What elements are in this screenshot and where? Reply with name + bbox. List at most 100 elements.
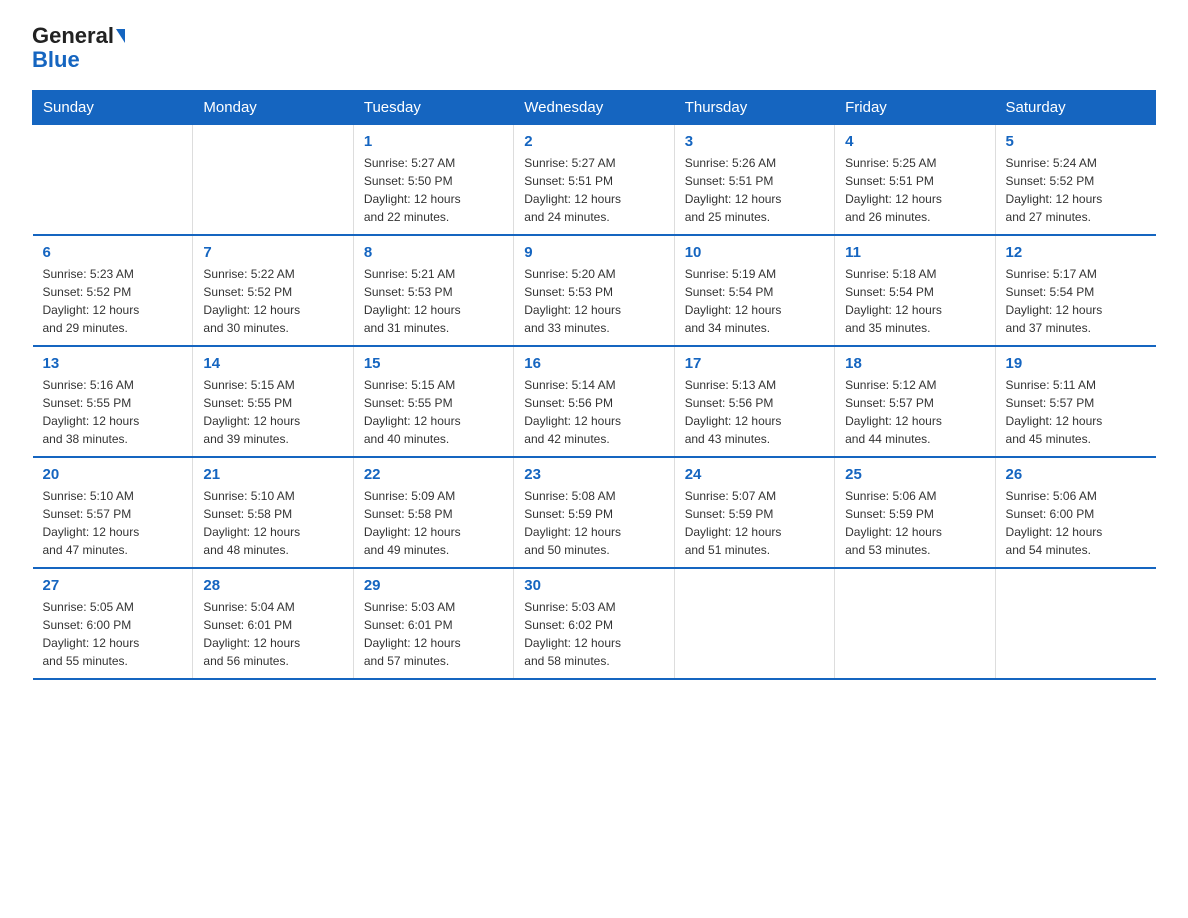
page-header: General Blue bbox=[32, 24, 1156, 72]
calendar-cell bbox=[995, 568, 1155, 679]
day-info: Sunrise: 5:26 AM Sunset: 5:51 PM Dayligh… bbox=[685, 154, 824, 226]
calendar-cell: 13Sunrise: 5:16 AM Sunset: 5:55 PM Dayli… bbox=[33, 346, 193, 457]
calendar-cell bbox=[835, 568, 995, 679]
day-number: 6 bbox=[43, 244, 183, 261]
calendar-header: SundayMondayTuesdayWednesdayThursdayFrid… bbox=[33, 91, 1156, 125]
day-info: Sunrise: 5:23 AM Sunset: 5:52 PM Dayligh… bbox=[43, 265, 183, 337]
day-info: Sunrise: 5:03 AM Sunset: 6:01 PM Dayligh… bbox=[364, 598, 503, 670]
logo: General Blue bbox=[32, 24, 125, 72]
calendar-cell: 18 Sunrise: 5:12 AM Sunset: 5:57 PM Dayli… bbox=[835, 346, 995, 457]
weekday-header-saturday: Saturday bbox=[995, 91, 1155, 125]
calendar-cell: 23Sunrise: 5:08 AM Sunset: 5:59 PM Dayli… bbox=[514, 457, 674, 568]
calendar-body: 1 Sunrise: 5:27 AM Sunset: 5:50 PM Daylig… bbox=[33, 125, 1156, 680]
calendar-cell bbox=[33, 125, 193, 236]
calendar-cell: 28 Sunrise: 5:04 AM Sunset: 6:01 PM Dayli… bbox=[193, 568, 353, 679]
calendar-table: SundayMondayTuesdayWednesdayThursdayFrid… bbox=[32, 90, 1156, 680]
day-number: 10 bbox=[685, 244, 824, 261]
day-number: 14 bbox=[203, 355, 342, 372]
day-info: Sunrise: 5:12 AM Sunset: 5:57 PM Dayligh… bbox=[845, 376, 984, 448]
day-info: Sunrise: 5:21 AM Sunset: 5:53 PM Dayligh… bbox=[364, 265, 503, 337]
day-number: 18 bbox=[845, 355, 984, 372]
day-info: Sunrise: 5:09 AM Sunset: 5:58 PM Dayligh… bbox=[364, 487, 503, 559]
week-row-5: 27 Sunrise: 5:05 AM Sunset: 6:00 PM Dayli… bbox=[33, 568, 1156, 679]
day-number: 23 bbox=[524, 466, 663, 483]
calendar-cell: 1 Sunrise: 5:27 AM Sunset: 5:50 PM Daylig… bbox=[353, 125, 513, 236]
weekday-header-wednesday: Wednesday bbox=[514, 91, 674, 125]
week-row-1: 1 Sunrise: 5:27 AM Sunset: 5:50 PM Daylig… bbox=[33, 125, 1156, 236]
day-number: 19 bbox=[1006, 355, 1146, 372]
calendar-cell: 4 Sunrise: 5:25 AM Sunset: 5:51 PM Daylig… bbox=[835, 125, 995, 236]
weekday-header-friday: Friday bbox=[835, 91, 995, 125]
logo-triangle-icon bbox=[116, 29, 125, 43]
day-number: 13 bbox=[43, 355, 183, 372]
day-info: Sunrise: 5:19 AM Sunset: 5:54 PM Dayligh… bbox=[685, 265, 824, 337]
calendar-cell: 25 Sunrise: 5:06 AM Sunset: 5:59 PM Dayli… bbox=[835, 457, 995, 568]
calendar-cell: 2 Sunrise: 5:27 AM Sunset: 5:51 PM Daylig… bbox=[514, 125, 674, 236]
day-info: Sunrise: 5:06 AM Sunset: 5:59 PM Dayligh… bbox=[845, 487, 984, 559]
calendar-cell: 12 Sunrise: 5:17 AM Sunset: 5:54 PM Dayli… bbox=[995, 235, 1155, 346]
day-number: 4 bbox=[845, 133, 984, 150]
day-number: 15 bbox=[364, 355, 503, 372]
weekday-header-sunday: Sunday bbox=[33, 91, 193, 125]
day-number: 7 bbox=[203, 244, 342, 261]
day-info: Sunrise: 5:05 AM Sunset: 6:00 PM Dayligh… bbox=[43, 598, 183, 670]
calendar-cell: 7 Sunrise: 5:22 AM Sunset: 5:52 PM Daylig… bbox=[193, 235, 353, 346]
day-info: Sunrise: 5:03 AM Sunset: 6:02 PM Dayligh… bbox=[524, 598, 663, 670]
day-number: 20 bbox=[43, 466, 183, 483]
day-info: Sunrise: 5:04 AM Sunset: 6:01 PM Dayligh… bbox=[203, 598, 342, 670]
weekday-header-monday: Monday bbox=[193, 91, 353, 125]
day-info: Sunrise: 5:17 AM Sunset: 5:54 PM Dayligh… bbox=[1006, 265, 1146, 337]
calendar-cell: 17 Sunrise: 5:13 AM Sunset: 5:56 PM Dayli… bbox=[674, 346, 834, 457]
calendar-cell bbox=[674, 568, 834, 679]
day-number: 30 bbox=[524, 577, 663, 594]
header-row: SundayMondayTuesdayWednesdayThursdayFrid… bbox=[33, 91, 1156, 125]
day-number: 12 bbox=[1006, 244, 1146, 261]
calendar-cell: 19 Sunrise: 5:11 AM Sunset: 5:57 PM Dayli… bbox=[995, 346, 1155, 457]
day-info: Sunrise: 5:14 AM Sunset: 5:56 PM Dayligh… bbox=[524, 376, 663, 448]
day-number: 27 bbox=[43, 577, 183, 594]
week-row-3: 13Sunrise: 5:16 AM Sunset: 5:55 PM Dayli… bbox=[33, 346, 1156, 457]
calendar-cell: 20 Sunrise: 5:10 AM Sunset: 5:57 PM Dayli… bbox=[33, 457, 193, 568]
weekday-header-tuesday: Tuesday bbox=[353, 91, 513, 125]
day-info: Sunrise: 5:27 AM Sunset: 5:51 PM Dayligh… bbox=[524, 154, 663, 226]
day-info: Sunrise: 5:10 AM Sunset: 5:57 PM Dayligh… bbox=[43, 487, 183, 559]
calendar-cell: 16 Sunrise: 5:14 AM Sunset: 5:56 PM Dayli… bbox=[514, 346, 674, 457]
day-number: 21 bbox=[203, 466, 342, 483]
calendar-cell: 5 Sunrise: 5:24 AM Sunset: 5:52 PM Daylig… bbox=[995, 125, 1155, 236]
calendar-cell: 24Sunrise: 5:07 AM Sunset: 5:59 PM Dayli… bbox=[674, 457, 834, 568]
logo-blue: Blue bbox=[32, 48, 80, 72]
calendar-cell: 10 Sunrise: 5:19 AM Sunset: 5:54 PM Dayli… bbox=[674, 235, 834, 346]
day-info: Sunrise: 5:18 AM Sunset: 5:54 PM Dayligh… bbox=[845, 265, 984, 337]
day-info: Sunrise: 5:15 AM Sunset: 5:55 PM Dayligh… bbox=[364, 376, 503, 448]
day-info: Sunrise: 5:11 AM Sunset: 5:57 PM Dayligh… bbox=[1006, 376, 1146, 448]
day-number: 16 bbox=[524, 355, 663, 372]
calendar-cell: 6 Sunrise: 5:23 AM Sunset: 5:52 PM Daylig… bbox=[33, 235, 193, 346]
day-number: 17 bbox=[685, 355, 824, 372]
day-info: Sunrise: 5:27 AM Sunset: 5:50 PM Dayligh… bbox=[364, 154, 503, 226]
day-number: 28 bbox=[203, 577, 342, 594]
weekday-header-thursday: Thursday bbox=[674, 91, 834, 125]
calendar-cell: 9Sunrise: 5:20 AM Sunset: 5:53 PM Daylig… bbox=[514, 235, 674, 346]
calendar-cell: 8 Sunrise: 5:21 AM Sunset: 5:53 PM Daylig… bbox=[353, 235, 513, 346]
calendar-cell: 14 Sunrise: 5:15 AM Sunset: 5:55 PM Dayli… bbox=[193, 346, 353, 457]
day-info: Sunrise: 5:24 AM Sunset: 5:52 PM Dayligh… bbox=[1006, 154, 1146, 226]
day-number: 26 bbox=[1006, 466, 1146, 483]
day-number: 8 bbox=[364, 244, 503, 261]
day-number: 5 bbox=[1006, 133, 1146, 150]
week-row-2: 6 Sunrise: 5:23 AM Sunset: 5:52 PM Daylig… bbox=[33, 235, 1156, 346]
day-number: 29 bbox=[364, 577, 503, 594]
day-number: 1 bbox=[364, 133, 503, 150]
day-info: Sunrise: 5:15 AM Sunset: 5:55 PM Dayligh… bbox=[203, 376, 342, 448]
day-number: 2 bbox=[524, 133, 663, 150]
day-info: Sunrise: 5:06 AM Sunset: 6:00 PM Dayligh… bbox=[1006, 487, 1146, 559]
day-number: 25 bbox=[845, 466, 984, 483]
day-info: Sunrise: 5:22 AM Sunset: 5:52 PM Dayligh… bbox=[203, 265, 342, 337]
day-info: Sunrise: 5:07 AM Sunset: 5:59 PM Dayligh… bbox=[685, 487, 824, 559]
day-info: Sunrise: 5:13 AM Sunset: 5:56 PM Dayligh… bbox=[685, 376, 824, 448]
day-info: Sunrise: 5:25 AM Sunset: 5:51 PM Dayligh… bbox=[845, 154, 984, 226]
day-number: 11 bbox=[845, 244, 984, 261]
calendar-cell bbox=[193, 125, 353, 236]
calendar-cell: 21Sunrise: 5:10 AM Sunset: 5:58 PM Dayli… bbox=[193, 457, 353, 568]
calendar-cell: 15 Sunrise: 5:15 AM Sunset: 5:55 PM Dayli… bbox=[353, 346, 513, 457]
week-row-4: 20 Sunrise: 5:10 AM Sunset: 5:57 PM Dayli… bbox=[33, 457, 1156, 568]
